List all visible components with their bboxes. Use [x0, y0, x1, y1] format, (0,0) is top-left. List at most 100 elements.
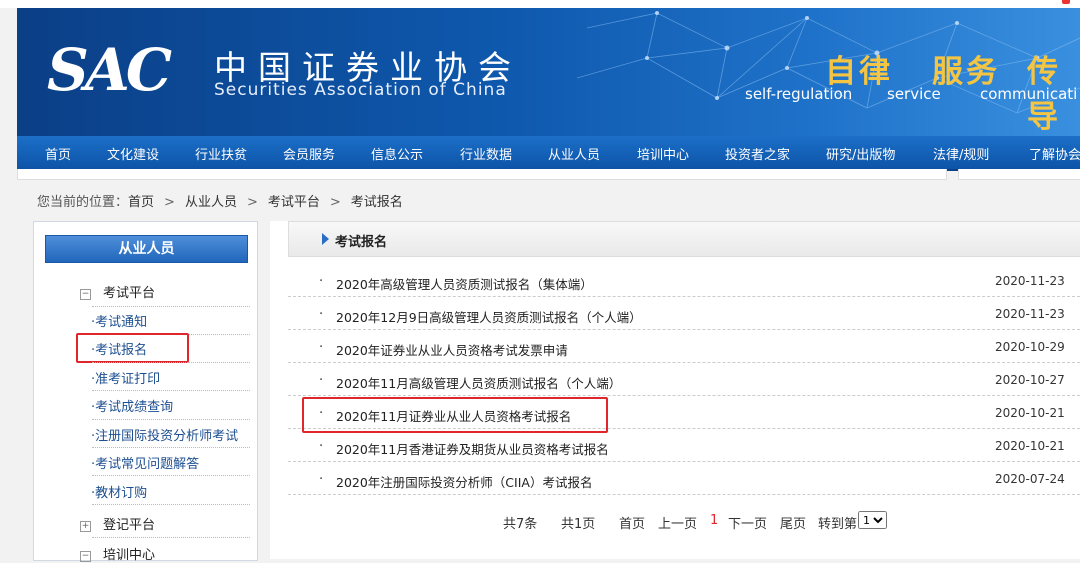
breadcrumb-home[interactable]: 首页 [128, 195, 154, 210]
main-nav: 首页 文化建设 行业扶贫 会员服务 信息公示 行业数据 从业人员 培训中心 投资… [17, 136, 1080, 171]
sidebar: 从业人员 − 考试平台 ·考试通知 ·考试报名 ·准考证打印 ·考试成绩查询 ·注… [33, 221, 258, 563]
nav-item-industry-data[interactable]: 行业数据 [460, 144, 512, 163]
sidebar-item-label: 考试常见问题解答 [95, 457, 200, 472]
sidebar-item-label: 考试通知 [95, 315, 148, 330]
breadcrumb-separator: > [246, 195, 258, 210]
sidebar-category-label: 培训中心 [103, 548, 156, 563]
breadcrumb-separator: > [329, 195, 341, 210]
highlight-box-sidebar [76, 333, 189, 363]
sidebar-item-textbook-order[interactable]: ·教材订购 [91, 482, 147, 501]
bullet-icon: · [319, 373, 324, 388]
pager-next-link[interactable]: 下一页 [728, 513, 767, 532]
sidebar-item-faq[interactable]: ·考试常见问题解答 [91, 453, 199, 472]
sac-logo[interactable]: SAC [47, 36, 172, 104]
pager-pages: 共1页 [561, 517, 596, 532]
slogan-en-communication: communicati [980, 85, 1078, 103]
bullet-icon: · [319, 274, 324, 289]
triangle-right-icon [322, 233, 329, 245]
sidebar-item-label: 教材订购 [95, 486, 148, 501]
divider [92, 390, 250, 391]
sidebar-item-exam-notice[interactable]: ·考试通知 [91, 311, 147, 330]
nav-item-training[interactable]: 培训中心 [637, 144, 689, 163]
nav-item-poverty-relief[interactable]: 行业扶贫 [195, 144, 247, 163]
sidebar-category-label: 考试平台 [103, 286, 156, 301]
nav-item-law[interactable]: 法律/规则 [933, 144, 989, 163]
nav-item-about[interactable]: 了解协会 [1029, 144, 1080, 163]
list-item-date: 2020-10-27 [995, 373, 1065, 387]
nav-item-home[interactable]: 首页 [45, 144, 71, 163]
nav-item-info-disclosure[interactable]: 信息公示 [371, 144, 423, 163]
slogan-en-service: service [887, 85, 941, 103]
breadcrumb-exam-registration[interactable]: 考试报名 [351, 195, 403, 210]
sidebar-item-ciia-exam[interactable]: ·注册国际投资分析师考试 [91, 425, 238, 444]
breadcrumb-separator: > [164, 195, 175, 210]
list-item: · 2020年11月高级管理人员资质测试报名（个人端） 2020-10-27 [288, 367, 1080, 396]
divider [92, 475, 250, 476]
top-corner-mark [1062, 0, 1070, 4]
pager-prev-link[interactable]: 上一页 [658, 513, 697, 532]
nav-item-investors[interactable]: 投资者之家 [725, 144, 790, 163]
sidebar-item-score-query[interactable]: ·考试成绩查询 [91, 396, 173, 415]
pager-goto-label: 转到第 [818, 517, 858, 532]
expand-icon[interactable]: + [80, 521, 91, 532]
breadcrumb: 您当前的位置：首页 > 从业人员 > 考试平台 > 考试报名 [37, 191, 403, 210]
slogan-en-self-regulation: self-regulation [745, 85, 853, 103]
sidebar-item-admission-ticket[interactable]: ·准考证打印 [91, 368, 160, 387]
breadcrumb-exam-platform[interactable]: 考试平台 [268, 195, 320, 210]
list-item: · 2020年高级管理人员资质测试报名（集体端） 2020-11-23 [288, 268, 1080, 297]
list-item-date: 2020-11-23 [995, 274, 1065, 288]
bullet-icon: · [319, 307, 324, 322]
nav-item-practitioners[interactable]: 从业人员 [548, 144, 600, 163]
divider [92, 306, 250, 307]
list-item: · 2020年11月香港证券及期货从业员资格考试报名 2020-10-21 [288, 433, 1080, 462]
divider [92, 419, 250, 420]
site-name-en: Securities Association of China [214, 80, 507, 100]
pager-total: 共7条 [503, 517, 538, 532]
nav-item-member-services[interactable]: 会员服务 [283, 144, 335, 163]
collapse-icon[interactable]: − [80, 551, 91, 562]
list-item-date: 2020-10-21 [995, 439, 1065, 453]
list-item-title[interactable]: 2020年11月高级管理人员资质测试报名（个人端） [336, 373, 621, 392]
bullet-icon: · [319, 472, 324, 487]
subnav-bar [17, 169, 947, 180]
divider [92, 537, 250, 538]
section-header: 考试报名 [288, 221, 1080, 257]
pager-first-link[interactable]: 首页 [619, 513, 645, 532]
pager-current-page: 1 [710, 513, 719, 528]
list-item: · 2020年12月9日高级管理人员资质测试报名（个人端） 2020-11-23 [288, 301, 1080, 330]
highlight-box-list [302, 397, 608, 433]
divider [92, 504, 250, 505]
nav-item-research[interactable]: 研究/出版物 [826, 144, 895, 163]
section-title: 考试报名 [335, 235, 388, 250]
sidebar-category-label: 登记平台 [103, 518, 156, 533]
list-item-title[interactable]: 2020年高级管理人员资质测试报名（集体端） [336, 274, 593, 293]
sidebar-item-label: 注册国际投资分析师考试 [95, 429, 239, 444]
breadcrumb-practitioners[interactable]: 从业人员 [185, 195, 237, 210]
collapse-icon[interactable]: − [80, 289, 91, 300]
top-strip [0, 0, 1080, 8]
list-item-date: 2020-10-21 [995, 406, 1065, 420]
list-item-date: 2020-10-29 [995, 340, 1065, 354]
pager-last-link[interactable]: 尾页 [780, 513, 806, 532]
list-item-date: 2020-07-24 [995, 472, 1065, 486]
nav-item-culture[interactable]: 文化建设 [107, 144, 159, 163]
main-content: 考试报名 · 2020年高级管理人员资质测试报名（集体端） 2020-11-23… [270, 221, 1080, 559]
list-item-title[interactable]: 2020年11月香港证券及期货从业员资格考试报名 [336, 439, 609, 458]
sidebar-category-training-center[interactable]: − 培训中心 [80, 544, 155, 563]
bullet-icon: · [319, 340, 324, 355]
sidebar-category-exam-platform[interactable]: − 考试平台 [80, 282, 155, 301]
bullet-icon: · [319, 439, 324, 454]
list-item: · 2020年注册国际投资分析师（CIIA）考试报名 2020-07-24 [288, 466, 1080, 495]
sidebar-category-registration-platform[interactable]: + 登记平台 [80, 514, 155, 533]
sidebar-item-label: 准考证打印 [95, 372, 161, 387]
list-item-date: 2020-11-23 [995, 307, 1065, 321]
list-item-title[interactable]: 2020年证券业从业人员资格考试发票申请 [336, 340, 568, 359]
breadcrumb-prefix: 您当前的位置： [37, 195, 129, 210]
divider [92, 362, 250, 363]
page-select[interactable]: 1 [858, 511, 887, 529]
sidebar-title: 从业人员 [45, 235, 248, 263]
list-item-title[interactable]: 2020年12月9日高级管理人员资质测试报名（个人端） [336, 307, 642, 326]
list-item-title[interactable]: 2020年注册国际投资分析师（CIIA）考试报名 [336, 472, 592, 491]
subnav-bar-right [958, 169, 1080, 180]
sidebar-item-label: 考试成绩查询 [95, 400, 174, 415]
